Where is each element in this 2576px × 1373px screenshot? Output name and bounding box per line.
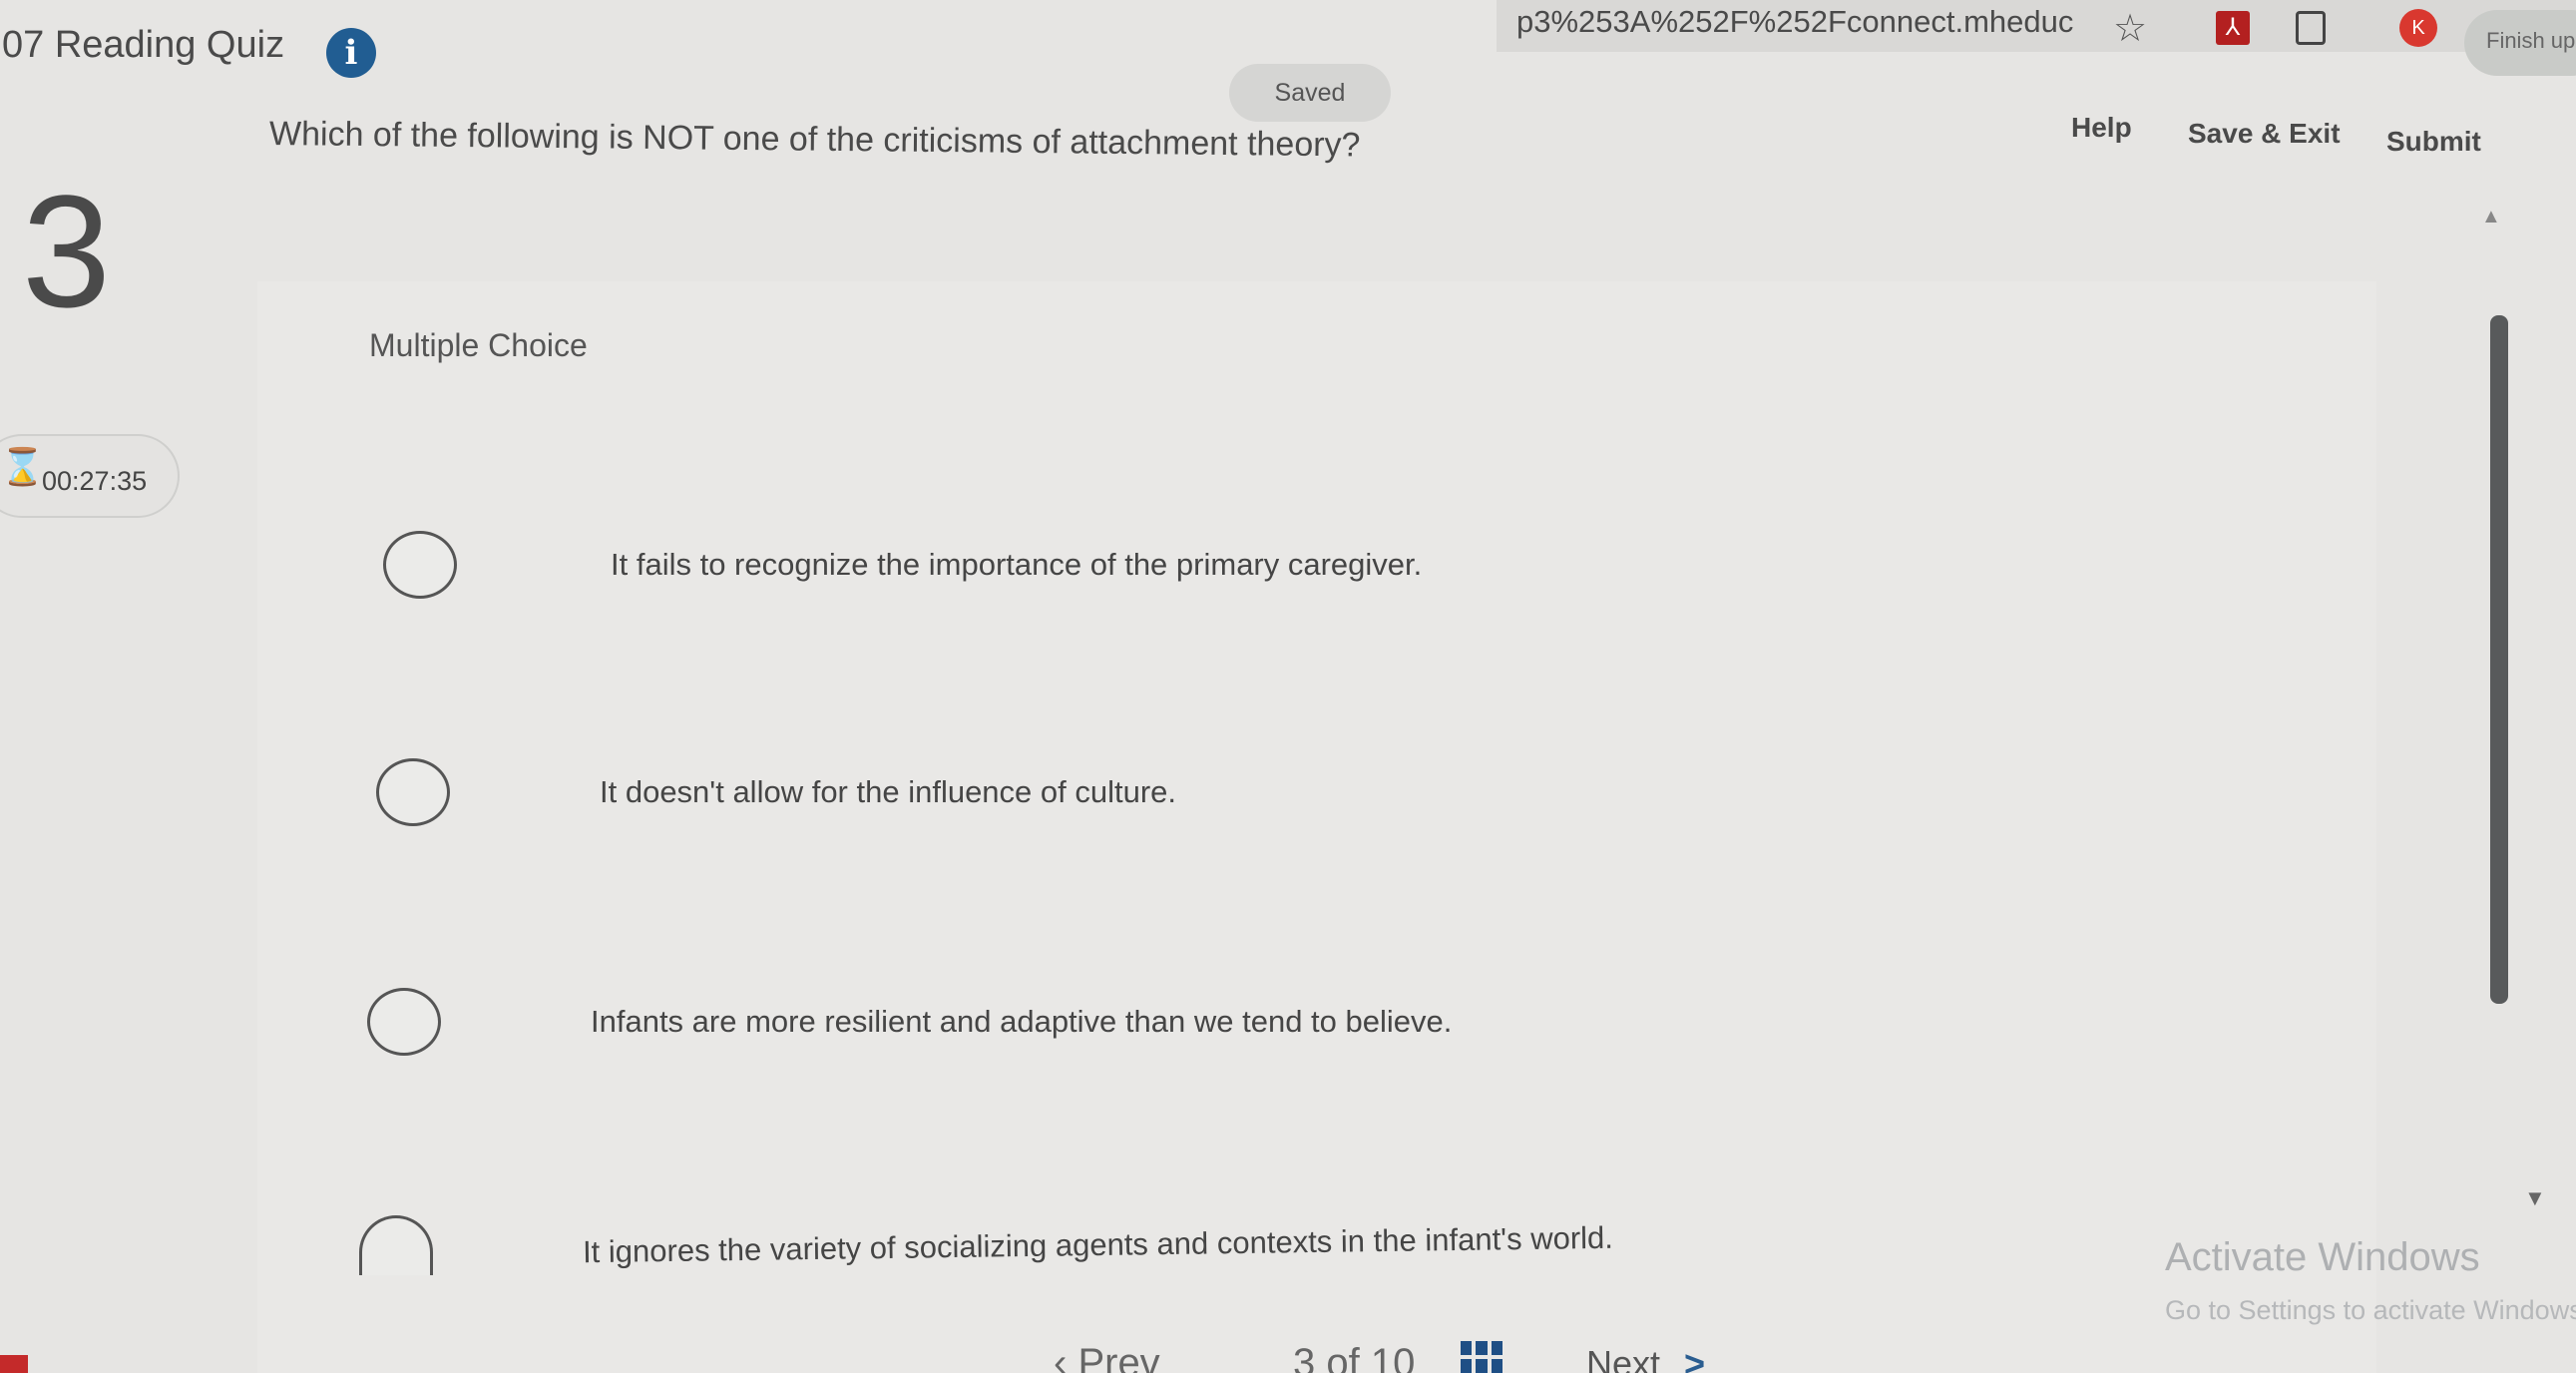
scroll-down-arrow-icon[interactable]: ▼ xyxy=(2524,1185,2546,1211)
question-prompt: Which of the following is NOT one of the… xyxy=(268,115,1361,165)
answer-option-3[interactable]: Infants are more resilient and adaptive … xyxy=(367,988,1452,1056)
option-text[interactable]: It ignores the variety of socializing ag… xyxy=(583,1220,1613,1270)
pdf-extension-icon[interactable]: ⅄ xyxy=(2213,8,2253,48)
next-label: Next xyxy=(1586,1343,1661,1373)
radio-button[interactable] xyxy=(383,531,457,599)
page-indicator: 3 of 10 xyxy=(1293,1341,1416,1373)
bookmark-star-icon[interactable]: ☆ xyxy=(2110,8,2150,50)
help-link[interactable]: Help xyxy=(2071,112,2132,144)
radio-button[interactable] xyxy=(376,758,450,826)
radio-button[interactable] xyxy=(359,1215,433,1275)
activate-windows-title: Activate Windows xyxy=(2165,1235,2480,1279)
profile-avatar-icon[interactable]: K xyxy=(2398,8,2438,48)
extensions-icon[interactable] xyxy=(2291,8,2331,48)
hourglass-icon: ⌛ xyxy=(0,444,45,490)
prev-label: Prev xyxy=(1077,1341,1160,1373)
radio-button[interactable] xyxy=(367,988,441,1056)
answer-option-2[interactable]: It doesn't allow for the influence of cu… xyxy=(376,758,1176,826)
option-text[interactable]: Infants are more resilient and adaptive … xyxy=(591,1004,1452,1040)
save-exit-link[interactable]: Save & Exit xyxy=(2188,118,2341,150)
activate-windows-subtitle: Go to Settings to activate Windows. xyxy=(2165,1295,2576,1325)
question-grid-icon[interactable] xyxy=(1461,1341,1503,1373)
question-number: 3 xyxy=(22,162,111,340)
submit-link[interactable]: Submit xyxy=(2386,126,2481,158)
scrollbar-thumb[interactable] xyxy=(2490,315,2508,1004)
chevron-right-icon: > xyxy=(1684,1343,1706,1373)
option-text[interactable]: It fails to recognize the importance of … xyxy=(611,547,1422,583)
info-icon[interactable]: i xyxy=(326,28,376,78)
quiz-title: 07 Reading Quiz xyxy=(2,24,285,66)
taskbar-red-marker xyxy=(0,1355,28,1373)
finish-update-button[interactable]: Finish up xyxy=(2464,10,2576,76)
prev-button[interactable]: ‹ Prev xyxy=(1054,1341,1160,1373)
option-text[interactable]: It doesn't allow for the influence of cu… xyxy=(600,774,1176,810)
question-panel xyxy=(257,281,2376,1373)
address-bar[interactable]: p3%253A%252F%252Fconnect.mheduc... xyxy=(1516,4,2075,40)
answer-option-1[interactable]: It fails to recognize the importance of … xyxy=(383,531,1422,599)
scroll-up-arrow-icon[interactable]: ▲ xyxy=(2481,206,2501,229)
saved-status-badge: Saved xyxy=(1229,64,1391,122)
chevron-left-icon: ‹ xyxy=(1054,1341,1078,1373)
answer-option-4[interactable]: It ignores the variety of socializing ag… xyxy=(359,1215,1613,1275)
next-button[interactable]: Next > xyxy=(1586,1343,1705,1373)
question-type-label: Multiple Choice xyxy=(369,327,588,363)
